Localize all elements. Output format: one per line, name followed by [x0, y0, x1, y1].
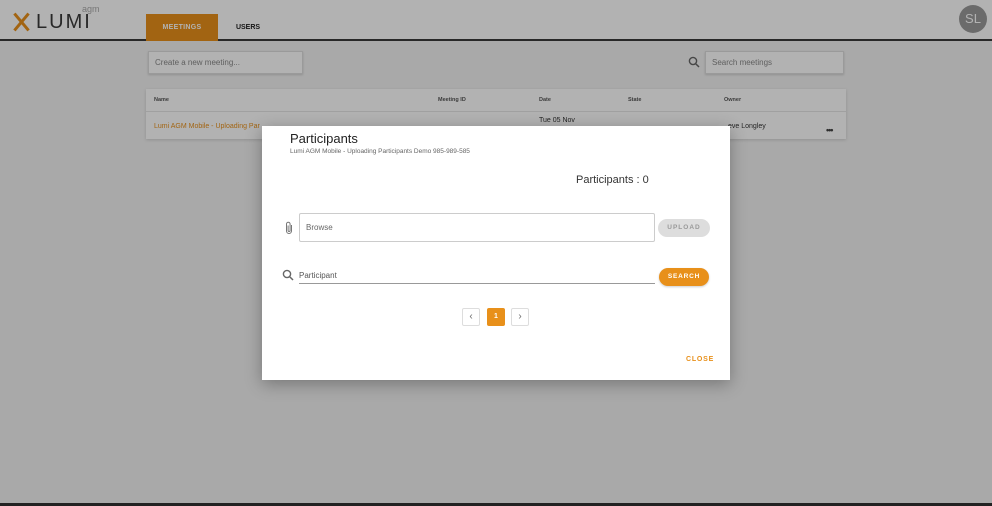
search-button[interactable]: SEARCH — [659, 268, 709, 286]
search-icon — [282, 269, 294, 281]
close-button[interactable]: CLOSE — [686, 356, 714, 363]
page-1-button[interactable]: 1 — [487, 308, 505, 326]
chevron-right-icon[interactable]: › — [511, 308, 529, 326]
participants-dialog: Participants Lumi AGM Mobile - Uploading… — [262, 126, 730, 380]
browse-file-field[interactable]: Browse — [299, 213, 655, 242]
participant-search-input[interactable]: Participant — [299, 267, 655, 284]
dialog-title: Participants — [290, 131, 358, 146]
chevron-left-icon[interactable]: ‹ — [462, 308, 480, 326]
participants-count: Participants : 0 — [576, 174, 649, 186]
upload-button[interactable]: UPLOAD — [658, 219, 710, 237]
dialog-subtitle: Lumi AGM Mobile - Uploading Participants… — [290, 148, 470, 155]
paperclip-icon — [286, 221, 292, 234]
